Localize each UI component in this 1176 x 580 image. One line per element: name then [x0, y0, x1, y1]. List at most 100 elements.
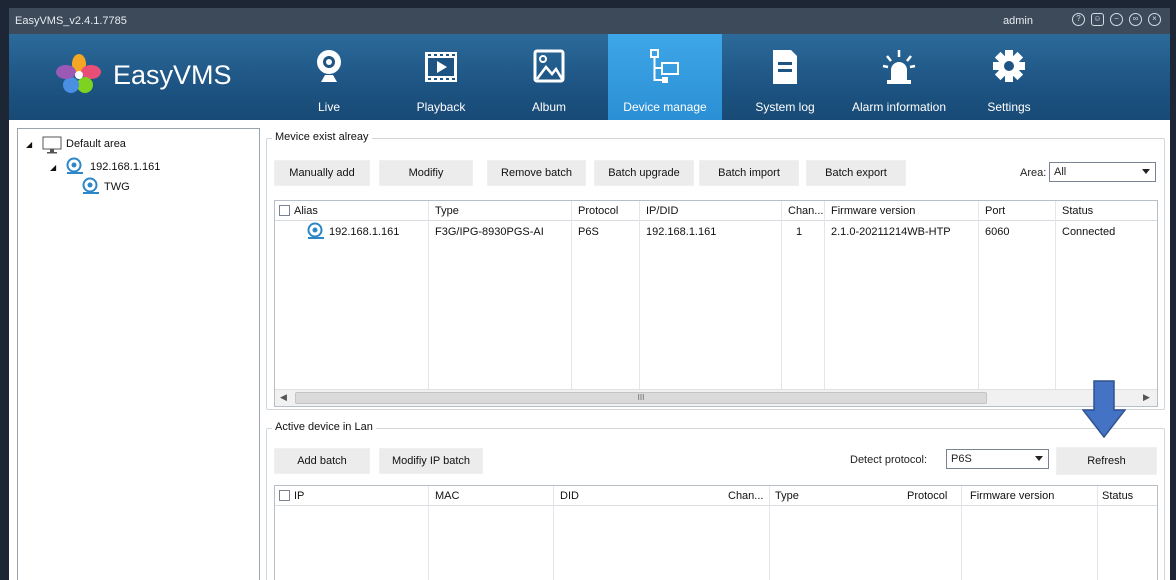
existing-devices-table: Alias Type Protocol IP/DID Chan... Firmw…	[274, 200, 1158, 407]
cell-protocol: P6S	[578, 226, 599, 238]
nav-playback-label: Playback	[416, 100, 466, 114]
col-type[interactable]: Type	[775, 490, 799, 502]
col-ip[interactable]: IP	[294, 490, 304, 502]
gear-icon	[993, 50, 1025, 82]
restore-icon[interactable]: ∞	[1129, 13, 1142, 26]
area-select[interactable]: All	[1049, 162, 1156, 182]
ip-camera-icon	[307, 222, 324, 239]
cell-alias: 192.168.1.161	[329, 226, 400, 238]
help-icon[interactable]: ?	[1072, 13, 1085, 26]
ip-camera-icon	[66, 157, 83, 174]
logo-flower-icon	[56, 54, 101, 93]
cell-port: 6060	[985, 226, 1010, 238]
col-status[interactable]: Status	[1062, 205, 1093, 217]
scroll-right-icon[interactable]: ▶	[1143, 392, 1150, 403]
app-window: EasyVMS_v2.4.1.7785 admin ? ☺ − ∞ × Easy…	[9, 8, 1170, 580]
expand-arrow-icon[interactable]: ◢	[26, 140, 32, 149]
nav-alarm-information[interactable]: Alarm information	[834, 34, 964, 120]
app-name: EasyVMS	[113, 60, 232, 90]
scroll-grip: III	[637, 393, 645, 402]
current-user: admin	[1003, 15, 1033, 27]
nav-album[interactable]: Album	[499, 34, 599, 120]
main-toolbar: EasyVMS Live Playback Album Device manag…	[9, 34, 1170, 120]
area-label: Area:	[1020, 167, 1047, 179]
lan-devices-title: Active device in Lan	[272, 421, 376, 433]
refresh-button[interactable]: Refresh	[1056, 447, 1157, 475]
cell-ip: 192.168.1.161	[646, 226, 717, 238]
select-all-checkbox[interactable]	[279, 490, 290, 501]
col-port[interactable]: Port	[985, 205, 1005, 217]
cell-channel: 1	[796, 226, 803, 238]
detect-protocol-label: Detect protocol:	[850, 454, 928, 466]
nav-system-log-label: System log	[755, 100, 815, 114]
col-alias[interactable]: Alias	[294, 205, 318, 217]
detect-protocol-select[interactable]: P6S	[946, 449, 1049, 469]
tree-label-channel: TWG	[104, 181, 130, 193]
nav-device-manage[interactable]: Device manage	[608, 34, 722, 120]
table-header: Alias Type Protocol IP/DID Chan... Firmw…	[275, 201, 1157, 221]
image-icon	[533, 49, 565, 83]
user-icon[interactable]: ☺	[1091, 13, 1104, 26]
batch-upgrade-button[interactable]: Batch upgrade	[594, 160, 694, 186]
webcam-icon	[317, 50, 341, 82]
nav-system-log[interactable]: System log	[735, 34, 835, 120]
col-channel[interactable]: Chan...	[788, 205, 823, 217]
expand-arrow-icon[interactable]: ◢	[50, 163, 56, 172]
film-play-icon	[425, 52, 457, 82]
monitor-icon	[42, 136, 62, 154]
col-firmware[interactable]: Firmware version	[831, 205, 915, 217]
col-did[interactable]: DID	[560, 490, 579, 502]
column-divider	[961, 486, 962, 580]
scroll-thumb[interactable]: III	[295, 392, 987, 404]
minimize-icon[interactable]: −	[1110, 13, 1123, 26]
device-tree-panel: ◢ Default area ◢ 192.168.1.161 TWG	[17, 128, 260, 580]
col-ip-did[interactable]: IP/DID	[646, 205, 678, 217]
cell-firmware: 2.1.0-20211214WB-HTP	[831, 226, 951, 238]
scroll-left-icon[interactable]: ◀	[280, 392, 287, 403]
window-title: EasyVMS_v2.4.1.7785	[15, 15, 127, 27]
add-batch-button[interactable]: Add batch	[274, 448, 370, 474]
alarm-light-icon	[882, 50, 916, 84]
ip-camera-icon	[82, 177, 99, 194]
nav-live[interactable]: Live	[279, 34, 379, 120]
column-divider	[553, 486, 554, 580]
nav-device-manage-label: Device manage	[623, 100, 707, 114]
col-firmware[interactable]: Firmware version	[970, 490, 1054, 502]
nav-alarm-information-label: Alarm information	[851, 100, 947, 114]
tree-label-device: 192.168.1.161	[90, 161, 161, 173]
chevron-down-icon	[1035, 456, 1043, 461]
nav-playback[interactable]: Playback	[391, 34, 491, 120]
nav-album-label: Album	[531, 100, 566, 114]
col-channel[interactable]: Chan...	[728, 490, 763, 502]
title-bar: EasyVMS_v2.4.1.7785 admin ? ☺ − ∞ ×	[9, 8, 1170, 34]
col-mac[interactable]: MAC	[435, 490, 459, 502]
lan-devices-table: IP MAC DID Chan... Type Protocol Firmwar…	[274, 485, 1158, 580]
cell-status: Connected	[1062, 226, 1116, 238]
tree-label-default-area: Default area	[66, 138, 126, 150]
horizontal-scrollbar[interactable]: ◀ III ▶	[275, 389, 1157, 406]
nav-settings-label: Settings	[987, 100, 1031, 114]
remove-batch-button[interactable]: Remove batch	[487, 160, 586, 186]
table-row[interactable]: 192.168.1.161 F3G/IPG-8930PGS-AI P6S 192…	[275, 221, 1157, 243]
batch-export-button[interactable]: Batch export	[806, 160, 906, 186]
device-tree-icon	[650, 49, 679, 83]
col-type[interactable]: Type	[435, 205, 459, 217]
area-select-value: All	[1054, 166, 1067, 178]
chevron-down-icon	[1142, 169, 1150, 174]
app-logo: EasyVMS	[53, 54, 233, 94]
column-divider	[1097, 486, 1098, 580]
col-protocol[interactable]: Protocol	[578, 205, 618, 217]
nav-live-label: Live	[317, 100, 340, 114]
modify-button[interactable]: Modifiy	[379, 160, 473, 186]
manually-add-button[interactable]: Manually add	[274, 160, 370, 186]
modify-ip-batch-button[interactable]: Modifiy IP batch	[379, 448, 483, 474]
detect-protocol-value: P6S	[951, 453, 972, 465]
batch-import-button[interactable]: Batch import	[699, 160, 799, 186]
select-all-checkbox[interactable]	[279, 205, 290, 216]
col-status[interactable]: Status	[1102, 490, 1133, 502]
column-divider	[769, 486, 770, 580]
nav-settings[interactable]: Settings	[959, 34, 1059, 120]
annotation-arrow-icon	[1082, 380, 1126, 438]
col-protocol[interactable]: Protocol	[907, 490, 947, 502]
close-icon[interactable]: ×	[1148, 13, 1161, 26]
